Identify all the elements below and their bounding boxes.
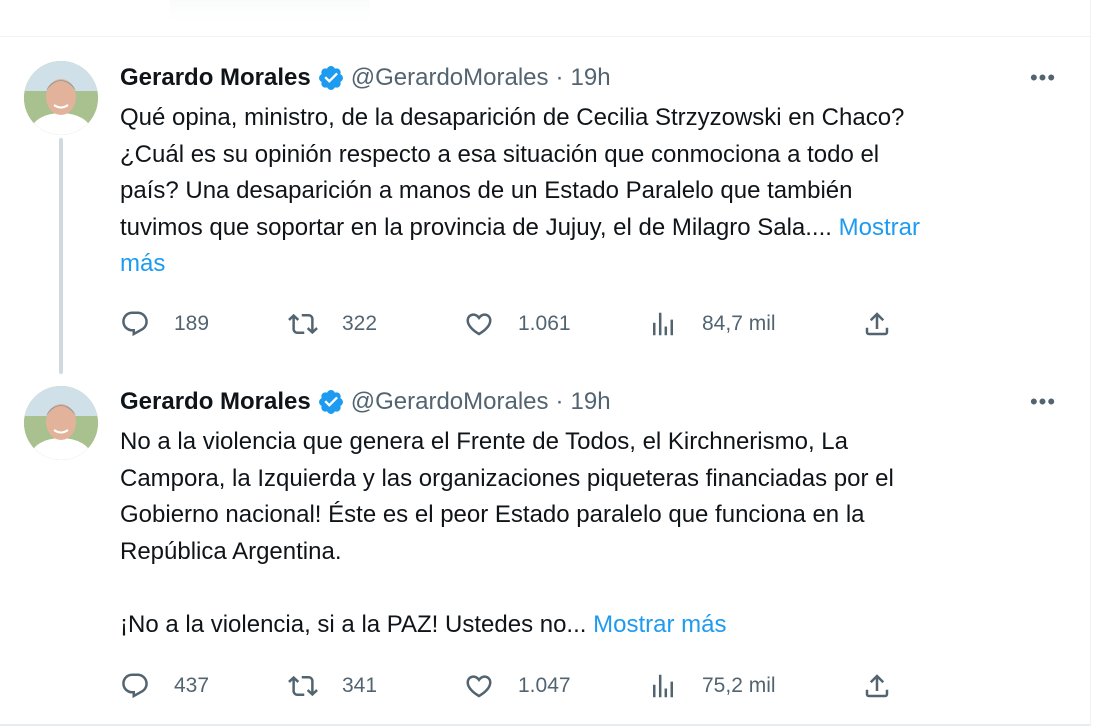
reply-icon bbox=[120, 309, 150, 339]
retweet-button[interactable]: 322 bbox=[288, 306, 377, 342]
more-options-button[interactable]: ••• bbox=[1026, 66, 1060, 90]
like-count: 1.061 bbox=[518, 312, 571, 335]
views-button[interactable]: 84,7 mil bbox=[648, 306, 776, 342]
retweet-count: 322 bbox=[342, 312, 378, 335]
share-icon bbox=[862, 309, 892, 339]
tweet-header: Gerardo Morales @GerardoMorales · 19h bbox=[120, 386, 611, 418]
tweet-text-line: República Argentina. bbox=[120, 537, 342, 565]
reply-button[interactable]: 189 bbox=[120, 306, 209, 342]
views-icon bbox=[648, 671, 678, 701]
reply-count: 189 bbox=[174, 312, 210, 335]
author-handle[interactable]: @GerardoMorales bbox=[351, 388, 549, 416]
tweet-text-line: ¡No a la violencia, si a la PAZ! Ustedes… bbox=[120, 607, 1060, 644]
like-count: 1.047 bbox=[518, 674, 571, 697]
reply-count: 437 bbox=[174, 674, 210, 697]
like-button[interactable]: 1.047 bbox=[464, 668, 571, 704]
show-more-link-continued[interactable]: más bbox=[120, 250, 165, 277]
share-button[interactable] bbox=[862, 668, 892, 704]
reply-icon bbox=[120, 671, 150, 701]
views-count: 84,7 mil bbox=[702, 312, 776, 335]
separator: · bbox=[555, 388, 564, 415]
more-options-button[interactable]: ••• bbox=[1026, 390, 1060, 414]
show-more-link[interactable]: Mostrar más bbox=[593, 611, 726, 638]
reply-button[interactable]: 437 bbox=[120, 668, 209, 704]
retweet-count: 341 bbox=[342, 674, 378, 697]
share-icon bbox=[862, 671, 892, 701]
tweet-text: Qué opina, ministro, de la desaparición … bbox=[120, 100, 1060, 283]
like-icon bbox=[464, 671, 494, 701]
tweet-text: No a la violencia que genera el Frente d… bbox=[120, 424, 1060, 643]
author-name[interactable]: Gerardo Morales bbox=[120, 388, 311, 416]
avatar[interactable] bbox=[24, 386, 98, 460]
timestamp[interactable]: 19h bbox=[571, 64, 611, 92]
tweet-text-line: país? Una desaparición a manos de un Est… bbox=[120, 177, 853, 204]
views-icon bbox=[648, 309, 678, 339]
author-handle[interactable]: @GerardoMorales bbox=[351, 64, 549, 92]
tweet-text-line: Campora, la Izquierda y las organizacion… bbox=[120, 464, 894, 492]
timestamp[interactable]: 19h bbox=[571, 388, 611, 416]
views-count: 75,2 mil bbox=[702, 674, 776, 697]
share-button[interactable] bbox=[862, 306, 892, 342]
tweet-actions: 189 322 1.061 84,7 mil bbox=[120, 306, 920, 342]
like-button[interactable]: 1.061 bbox=[464, 306, 571, 342]
timeline-border bbox=[1090, 0, 1091, 726]
tweet-2[interactable]: Gerardo Morales @GerardoMorales · 19h ••… bbox=[0, 380, 1090, 724]
tweet-text-line: más bbox=[120, 246, 1060, 283]
tweet-text-line: No a la violencia que genera el Frente d… bbox=[120, 428, 848, 455]
verified-badge-icon[interactable] bbox=[317, 64, 345, 92]
tweet-text-line: Qué opina, ministro, de la desaparición … bbox=[120, 104, 905, 131]
tweet-text-fragment: tuvimos que soportar en la provincia de … bbox=[120, 213, 832, 241]
avatar[interactable] bbox=[24, 61, 98, 135]
show-more-link[interactable]: Mostrar bbox=[839, 214, 920, 241]
tweet-actions: 437 341 1.047 75,2 mil bbox=[120, 668, 920, 704]
tweet-text-line: tuvimos que soportar en la provincia de … bbox=[120, 210, 1060, 247]
separator: · bbox=[555, 64, 564, 91]
views-button[interactable]: 75,2 mil bbox=[648, 668, 776, 704]
retweet-icon bbox=[288, 309, 318, 339]
retweet-button[interactable]: 341 bbox=[288, 668, 377, 704]
tweet-text-fragment: ¡No a la violencia, si a la PAZ! Ustedes… bbox=[120, 610, 587, 638]
retweet-icon bbox=[288, 671, 318, 701]
tweet-text-line: Gobierno nacional! Éste es el peor Estad… bbox=[120, 501, 865, 528]
like-icon bbox=[464, 309, 494, 339]
tweet-1[interactable]: Gerardo Morales @GerardoMorales · 19h ••… bbox=[0, 0, 1090, 380]
tweet-text-line: ¿Cuál es su opinión respecto a esa situa… bbox=[120, 140, 880, 168]
author-name[interactable]: Gerardo Morales bbox=[120, 64, 311, 92]
tweet-header: Gerardo Morales @GerardoMorales · 19h bbox=[120, 62, 611, 94]
verified-badge-icon[interactable] bbox=[317, 388, 345, 416]
